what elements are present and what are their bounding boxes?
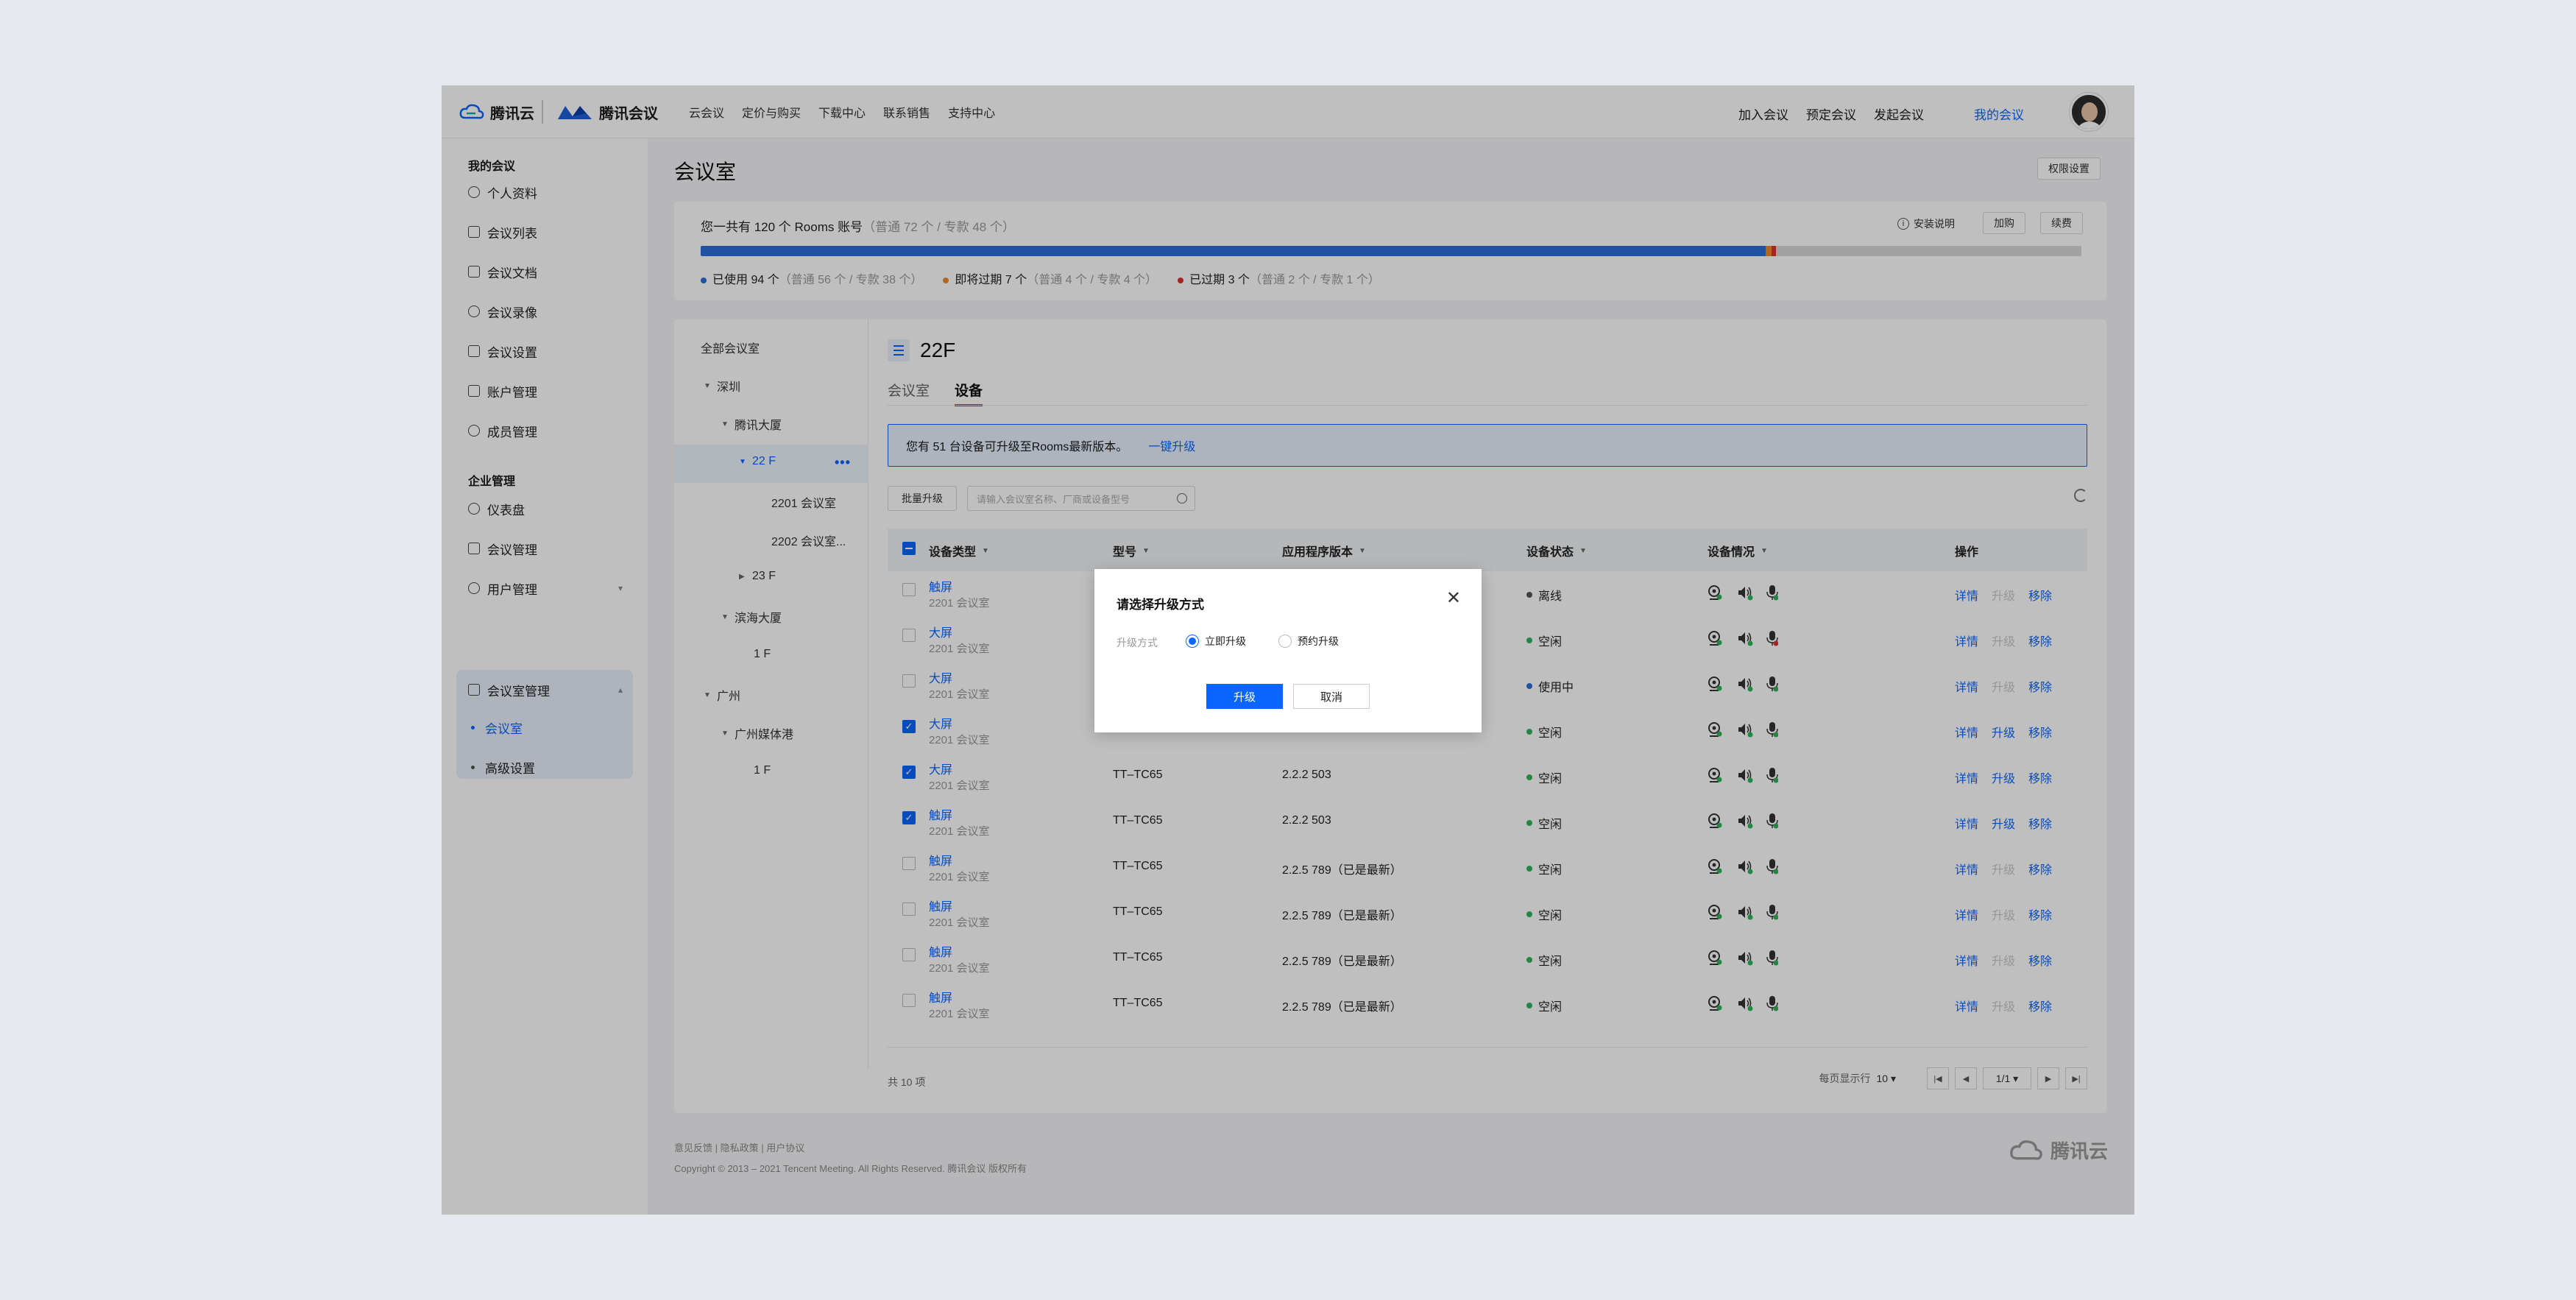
option-label: 立即升级: [1205, 635, 1246, 647]
cancel-button[interactable]: 取消: [1293, 684, 1370, 709]
option-label: 预约升级: [1298, 635, 1339, 647]
option-schedule-upgrade[interactable]: 预约升级: [1278, 634, 1339, 649]
app-frame: 腾讯云 腾讯会议 云会议 定价与购买 下载中心 联系销售 支持中心 加入会议 预…: [442, 85, 2134, 1215]
upgrade-method-dialog: 请选择升级方式 ✕ 升级方式 立即升级 预约升级 升级 取消: [1094, 569, 1482, 732]
radio-icon: [1278, 635, 1292, 648]
dialog-title: 请选择升级方式: [1117, 598, 1204, 612]
upgrade-method-label: 升级方式: [1117, 637, 1158, 649]
close-icon[interactable]: ✕: [1446, 590, 1461, 607]
confirm-upgrade-button[interactable]: 升级: [1206, 684, 1283, 709]
option-upgrade-now[interactable]: 立即升级: [1186, 634, 1246, 649]
radio-selected-icon: [1186, 635, 1199, 648]
